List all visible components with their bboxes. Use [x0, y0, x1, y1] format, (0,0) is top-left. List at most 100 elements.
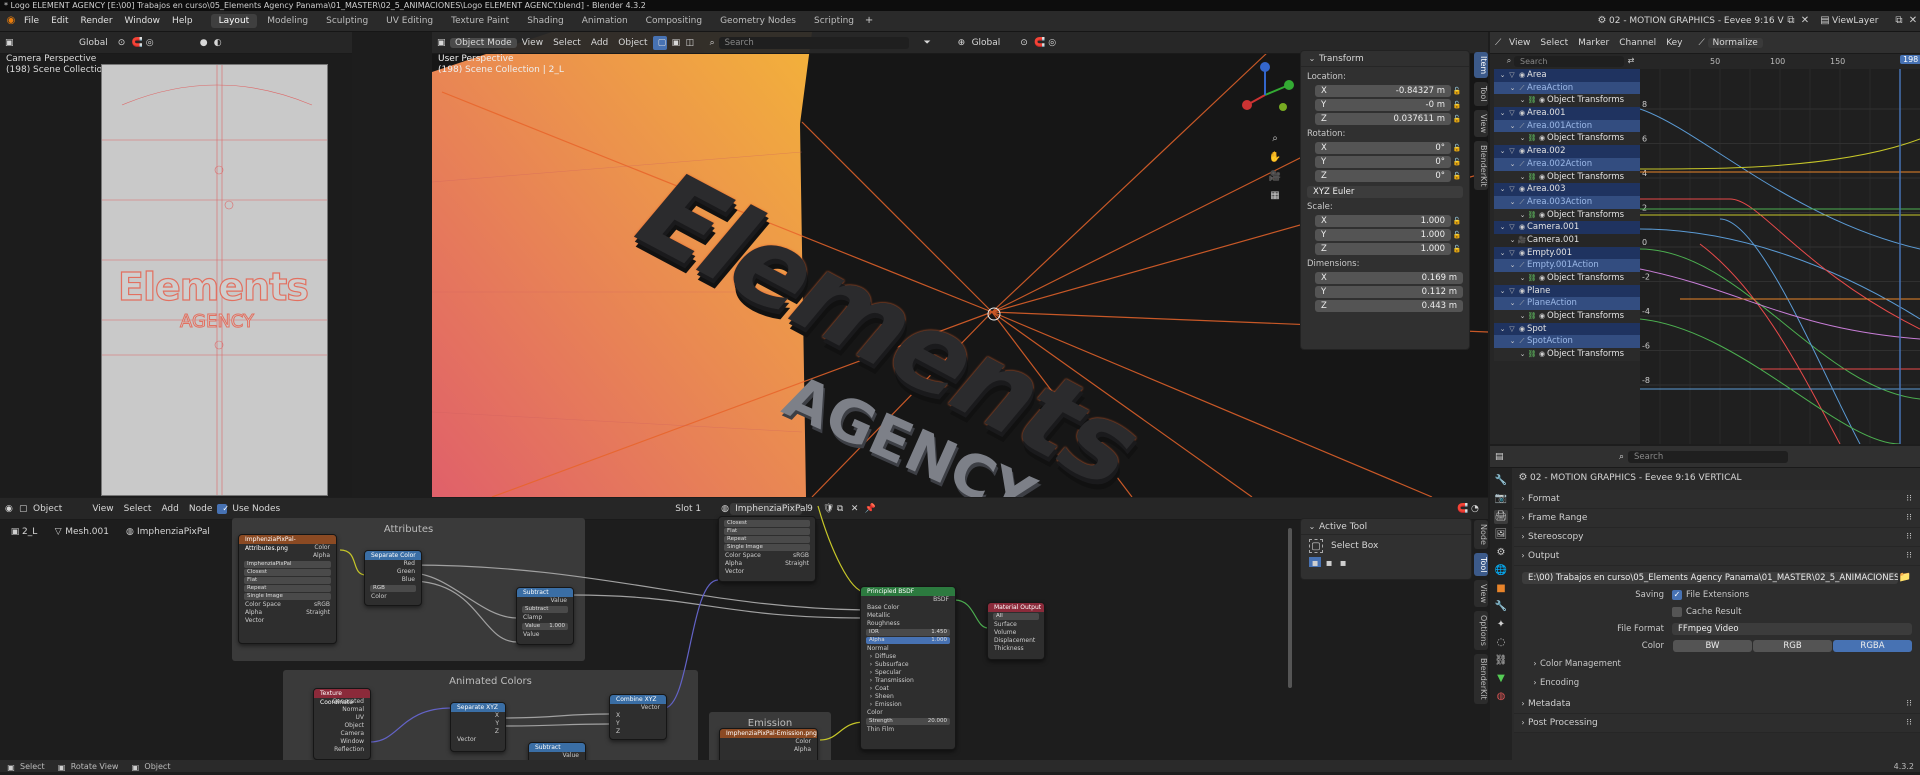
blender-logo-icon[interactable]: ◉: [4, 14, 18, 28]
workspace-tab-texture-paint[interactable]: Texture Paint: [443, 14, 517, 28]
graph-editor-type-icon[interactable]: ⟋: [1490, 36, 1504, 50]
editor-type-icon[interactable]: ▣: [0, 36, 14, 50]
scale-x-field[interactable]: X 1.000: [1315, 214, 1451, 227]
visibility-eye-icon[interactable]: ◉: [1517, 222, 1527, 232]
section-menu-icon[interactable]: ⁝⁝: [1906, 509, 1912, 528]
visibility-eye-icon[interactable]: ◉: [1537, 311, 1547, 321]
expand-chevron-icon[interactable]: ⌄: [1498, 146, 1507, 156]
node-editor-scrollbar[interactable]: [1288, 528, 1292, 688]
physics-tab-icon[interactable]: ◌: [1494, 636, 1508, 650]
output-path-field[interactable]: E:\00) Trabajos en curso\05_Elements Age…: [1522, 571, 1898, 584]
swap-icon[interactable]: ⇄: [1624, 54, 1638, 68]
node-option[interactable]: Repeat: [244, 585, 331, 592]
node-option[interactable]: Single Image: [724, 544, 810, 551]
workspace-tab-sculpting[interactable]: Sculpting: [318, 14, 376, 28]
normalize-button[interactable]: Normalize: [1707, 37, 1763, 48]
visibility-eye-icon[interactable]: ◉: [1517, 286, 1527, 296]
subsection-encoding[interactable]: › Encoding: [1522, 674, 1912, 691]
expand-chevron-icon[interactable]: ⌄: [1508, 197, 1517, 207]
normalize-toggle-icon[interactable]: ⟋: [1694, 36, 1708, 50]
node-bsdf-alpha[interactable]: 1.000: [931, 637, 947, 644]
proportional-icon[interactable]: ◎: [141, 36, 155, 50]
rotation-z-field[interactable]: Z 0°: [1315, 169, 1451, 182]
section-menu-icon[interactable]: ⁝⁝: [1906, 714, 1912, 733]
expand-chevron-icon[interactable]: ⌄: [1508, 83, 1517, 93]
node-sub1-clamp[interactable]: Clamp: [517, 614, 573, 622]
channel-row[interactable]: ⌄ ⟋ Area.003Action: [1494, 195, 1640, 209]
transform-orientation[interactable]: Global: [967, 38, 1006, 48]
bsdf-subpanel[interactable]: › Coat: [861, 685, 955, 693]
new-scene-icon[interactable]: ⧉: [1784, 14, 1798, 28]
channel-row[interactable]: ⌄ ▽ ◉ Empty.001: [1494, 246, 1640, 260]
current-frame-indicator[interactable]: 198: [1900, 55, 1920, 64]
material-shading-icon[interactable]: ◐: [209, 36, 223, 50]
visibility-eye-icon[interactable]: ◉: [1517, 324, 1527, 334]
visibility-eye-icon[interactable]: ◉: [1517, 248, 1527, 258]
channel-row[interactable]: ⌄ 🎥Camera.001: [1494, 234, 1640, 247]
breadcrumb-item[interactable]: ImphenziaPixPal: [137, 527, 210, 537]
channel-row[interactable]: ⌄ ▽ ◉ Plane: [1494, 284, 1640, 298]
view-layer-tab-icon[interactable]: 🖼: [1494, 528, 1508, 542]
channel-row[interactable]: ⌄ ⟋ Area.002Action: [1494, 157, 1640, 171]
rotation-x-field[interactable]: X 0°: [1315, 141, 1451, 154]
channel-row[interactable]: ⌄ ⟋ SpotAction: [1494, 335, 1640, 349]
lock-icon[interactable]: 🔓: [1451, 228, 1463, 242]
delete-scene-icon[interactable]: ✕: [1798, 14, 1812, 28]
channel-row[interactable]: ⌄ ▽ ◉ Area.001: [1494, 107, 1640, 120]
tool-tab-icon[interactable]: 🔧: [1494, 474, 1508, 488]
output-tab-icon[interactable]: 🖨: [1494, 510, 1508, 524]
channel-row[interactable]: ⌄ ⛓ ◉ Object Transforms: [1494, 94, 1640, 108]
lock-icon[interactable]: 🔓: [1451, 84, 1463, 98]
graph-menu-select[interactable]: Select: [1535, 38, 1573, 48]
channel-row[interactable]: ⌄ ⟋ Empty.001Action: [1494, 259, 1640, 272]
camera-viewport[interactable]: ▣ Global ⊙ 🧲 ◎ ● ◐ Camera Perspective (1…: [0, 32, 352, 497]
node-texture-coordinate[interactable]: Texture Coordinate Generated Normal UV Obje…: [313, 688, 371, 760]
world-tab-icon[interactable]: 🌐: [1494, 564, 1508, 578]
section-post-processing[interactable]: › Post Processing ⁝⁝: [1514, 714, 1920, 733]
subsection-color-management[interactable]: › Color Management: [1522, 655, 1912, 672]
node-separate-xyz[interactable]: Separate XYZ XYZ Vector: [450, 702, 506, 752]
pan-hand-icon[interactable]: ✋: [1268, 151, 1282, 165]
node-menu-view[interactable]: View: [87, 504, 118, 514]
viewport-tab-tool[interactable]: Tool: [1474, 82, 1488, 106]
location-y-field[interactable]: Y -0 m: [1315, 98, 1451, 111]
viewport-shading-icon[interactable]: ●: [195, 36, 209, 50]
viewport-menu-add[interactable]: Add: [586, 38, 613, 48]
color-mode-bw[interactable]: BW: [1673, 639, 1752, 652]
transform-panel-header[interactable]: ⌄ Transform: [1301, 51, 1469, 67]
lock-icon[interactable]: 🔓: [1451, 242, 1463, 256]
breadcrumb-item[interactable]: 2_L: [22, 527, 37, 537]
channel-row[interactable]: ⌄ ⛓ ◉ Object Transforms: [1494, 208, 1640, 222]
expand-chevron-icon[interactable]: ⌄: [1518, 273, 1527, 283]
node-tab-blenderkit[interactable]: BlenderKit: [1474, 654, 1488, 704]
node-bsdf-strength[interactable]: 20.000: [928, 718, 947, 725]
duplicate-material-icon[interactable]: ⧉: [832, 502, 846, 516]
node-separate-color[interactable]: Separate Color Red Green Blue RGB Color: [364, 550, 422, 606]
visibility-eye-icon[interactable]: ◉: [1517, 184, 1527, 194]
modifier-tab-icon[interactable]: 🔧: [1494, 600, 1508, 614]
unlink-material-icon[interactable]: ✕: [846, 502, 860, 516]
fcurve[interactable]: [1699, 243, 1841, 444]
node-menu-select[interactable]: Select: [119, 504, 157, 514]
folder-icon[interactable]: 📁: [1898, 571, 1912, 585]
channel-row[interactable]: ⌄ ▽ ◉ Area.002: [1494, 145, 1640, 158]
expand-chevron-icon[interactable]: ⌄: [1518, 172, 1527, 182]
expand-chevron-icon[interactable]: ⌄: [1518, 210, 1527, 220]
node-subtract-colors[interactable]: Subtract Value: [528, 742, 586, 760]
graph-menu-marker[interactable]: Marker: [1573, 38, 1614, 48]
expand-chevron-icon[interactable]: ⌄: [1508, 260, 1517, 270]
expand-chevron-icon[interactable]: ⌄: [1518, 349, 1527, 359]
channel-search-input[interactable]: Search: [1514, 55, 1624, 67]
node-bsdf-thin[interactable]: Thin Film: [861, 726, 955, 734]
scene-tab-icon[interactable]: ⚙: [1494, 546, 1508, 560]
expand-chevron-icon[interactable]: ⌄: [1498, 108, 1507, 118]
workspace-tab-compositing[interactable]: Compositing: [638, 14, 710, 28]
node-menu-add[interactable]: Add: [156, 504, 183, 514]
channel-row[interactable]: ⌄ ⛓ ◉ Object Transforms: [1494, 170, 1640, 184]
node-matout-target[interactable]: All: [993, 613, 1039, 620]
visibility-eye-icon[interactable]: ◉: [1537, 210, 1547, 220]
view-layer-selector[interactable]: ViewLayer: [1832, 16, 1892, 26]
mode-set-icon[interactable]: ▪: [1309, 557, 1321, 569]
select-extend-icon[interactable]: ▣: [667, 36, 681, 50]
node-option[interactable]: Single Image: [244, 593, 331, 600]
